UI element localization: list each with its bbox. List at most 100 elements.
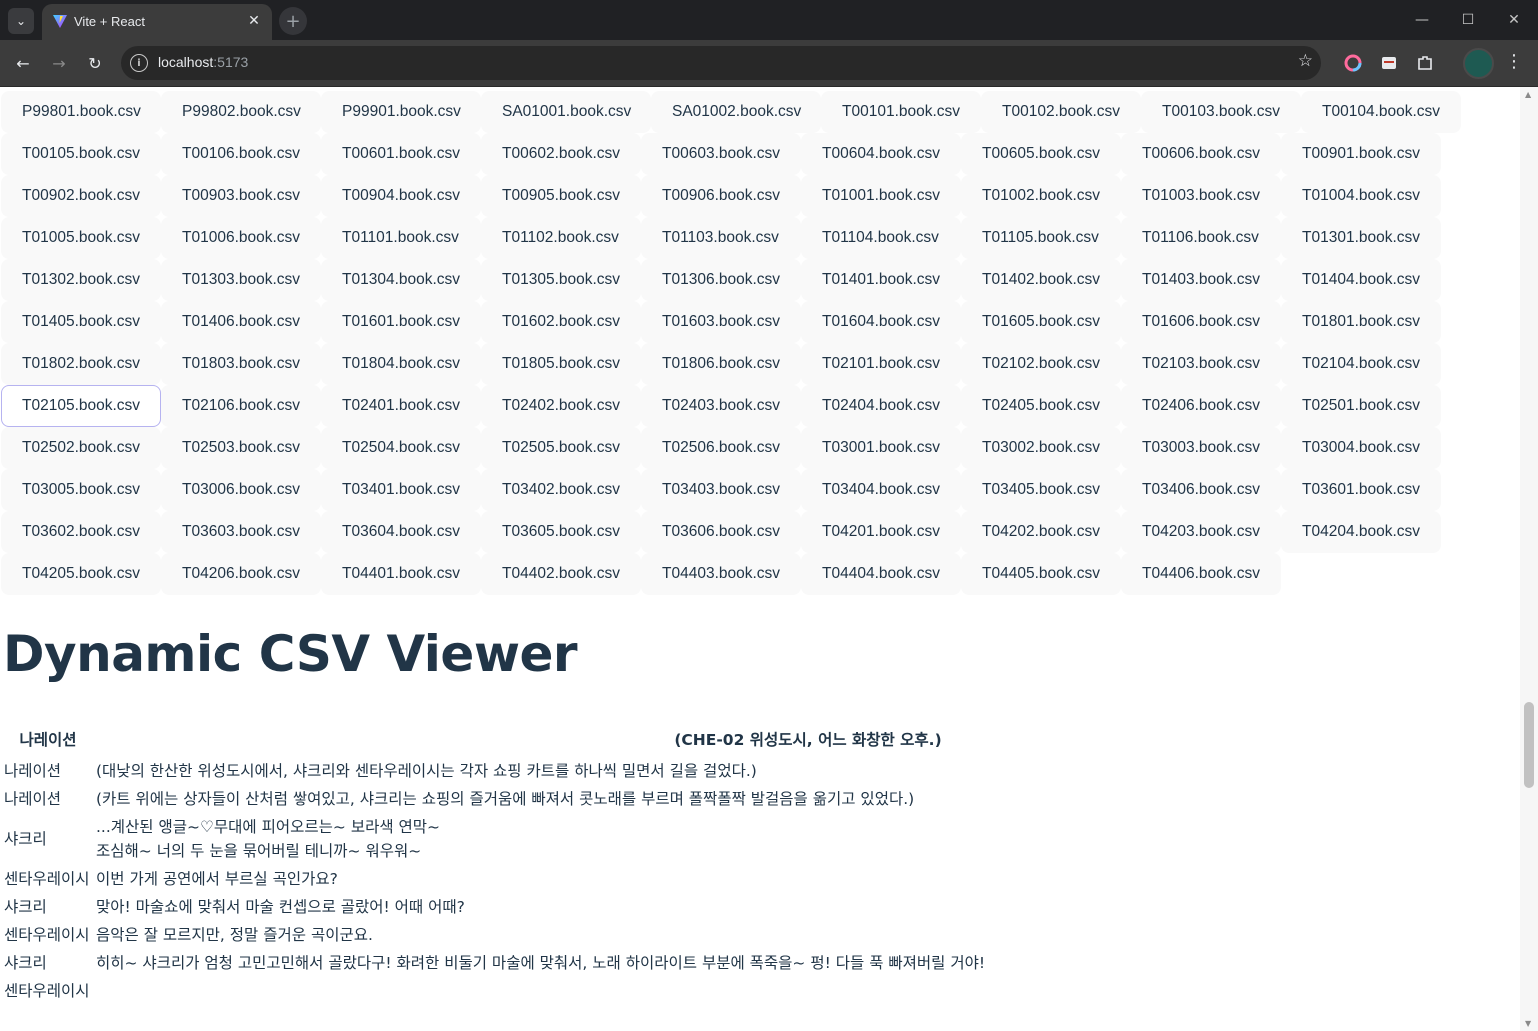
forward-button[interactable]: → — [45, 49, 73, 77]
file-button[interactable]: T04406.book.csv — [1121, 553, 1281, 595]
file-button[interactable]: T01605.book.csv — [961, 301, 1121, 343]
file-button[interactable]: T00103.book.csv — [1141, 91, 1301, 133]
file-button[interactable]: T03604.book.csv — [321, 511, 481, 553]
file-button[interactable]: T02102.book.csv — [961, 343, 1121, 385]
close-window-button[interactable]: ✕ — [1491, 0, 1537, 40]
file-button[interactable]: T03006.book.csv — [161, 469, 321, 511]
file-button[interactable]: T02505.book.csv — [481, 427, 641, 469]
maximize-button[interactable]: ☐ — [1445, 0, 1491, 40]
file-button[interactable]: T04202.book.csv — [961, 511, 1121, 553]
file-button[interactable]: T00106.book.csv — [161, 133, 321, 175]
file-button[interactable]: T00906.book.csv — [641, 175, 801, 217]
file-button[interactable]: T00905.book.csv — [481, 175, 641, 217]
file-button[interactable]: T02502.book.csv — [1, 427, 161, 469]
file-button[interactable]: T01803.book.csv — [161, 343, 321, 385]
file-button[interactable]: T01801.book.csv — [1281, 301, 1441, 343]
file-button[interactable]: T01303.book.csv — [161, 259, 321, 301]
file-button[interactable]: T02404.book.csv — [801, 385, 961, 427]
file-button[interactable]: T02103.book.csv — [1121, 343, 1281, 385]
file-button[interactable]: T01601.book.csv — [321, 301, 481, 343]
site-info-icon[interactable]: i — [130, 54, 148, 72]
file-button[interactable]: T00605.book.csv — [961, 133, 1121, 175]
file-button[interactable]: T00904.book.csv — [321, 175, 481, 217]
file-button[interactable]: T01806.book.csv — [641, 343, 801, 385]
file-button[interactable]: T01805.book.csv — [481, 343, 641, 385]
file-button[interactable]: T02503.book.csv — [161, 427, 321, 469]
tab-search-button[interactable]: ⌄ — [8, 8, 34, 34]
file-button[interactable]: T02405.book.csv — [961, 385, 1121, 427]
file-button[interactable]: T01604.book.csv — [801, 301, 961, 343]
file-button[interactable]: T00104.book.csv — [1301, 91, 1461, 133]
vertical-scrollbar[interactable]: ▲ ▼ — [1520, 87, 1538, 1031]
file-button[interactable]: T03404.book.csv — [801, 469, 961, 511]
file-button[interactable]: T00901.book.csv — [1281, 133, 1441, 175]
file-button[interactable]: T04404.book.csv — [801, 553, 961, 595]
file-button[interactable]: SA01002.book.csv — [651, 91, 821, 133]
file-button[interactable]: P99901.book.csv — [321, 91, 481, 133]
file-button[interactable]: T04201.book.csv — [801, 511, 961, 553]
file-button[interactable]: T00102.book.csv — [981, 91, 1141, 133]
back-button[interactable]: ← — [9, 49, 37, 77]
file-button[interactable]: T01003.book.csv — [1121, 175, 1281, 217]
file-button[interactable]: T01304.book.csv — [321, 259, 481, 301]
file-button[interactable]: T00601.book.csv — [321, 133, 481, 175]
file-button[interactable]: T03601.book.csv — [1281, 469, 1441, 511]
file-button[interactable]: T01104.book.csv — [801, 217, 961, 259]
file-button[interactable]: T01301.book.csv — [1281, 217, 1441, 259]
file-button[interactable]: T02101.book.csv — [801, 343, 961, 385]
file-button[interactable]: T03402.book.csv — [481, 469, 641, 511]
file-button[interactable]: T01306.book.csv — [641, 259, 801, 301]
file-button[interactable]: T02104.book.csv — [1281, 343, 1441, 385]
scrollbar-thumb[interactable] — [1524, 702, 1534, 788]
file-button[interactable]: T01402.book.csv — [961, 259, 1121, 301]
file-button[interactable]: T02403.book.csv — [641, 385, 801, 427]
file-button[interactable]: T04405.book.csv — [961, 553, 1121, 595]
file-button[interactable]: T01005.book.csv — [1, 217, 161, 259]
file-button[interactable]: T00903.book.csv — [161, 175, 321, 217]
bookmark-star-icon[interactable]: ☆ — [1298, 51, 1313, 71]
tab-close-icon[interactable]: ✕ — [244, 11, 264, 31]
address-bar[interactable]: i localhost:5173 ☆ — [121, 46, 1321, 80]
file-button[interactable]: T02106.book.csv — [161, 385, 321, 427]
file-button[interactable]: T04203.book.csv — [1121, 511, 1281, 553]
file-button[interactable]: T01102.book.csv — [481, 217, 641, 259]
file-button[interactable]: T03401.book.csv — [321, 469, 481, 511]
file-button[interactable]: T00101.book.csv — [821, 91, 981, 133]
file-button[interactable]: T02406.book.csv — [1121, 385, 1281, 427]
file-button[interactable]: T01603.book.csv — [641, 301, 801, 343]
file-button[interactable]: T03403.book.csv — [641, 469, 801, 511]
browser-tab[interactable]: Vite + React ✕ — [42, 4, 272, 40]
file-button[interactable]: T00902.book.csv — [1, 175, 161, 217]
new-tab-button[interactable]: + — [279, 7, 307, 35]
file-button[interactable]: T01101.book.csv — [321, 217, 481, 259]
file-button[interactable]: T04205.book.csv — [1, 553, 161, 595]
file-button[interactable]: T01404.book.csv — [1281, 259, 1441, 301]
file-button[interactable]: T02504.book.csv — [321, 427, 481, 469]
scroll-down-icon[interactable]: ▼ — [1525, 1019, 1531, 1028]
file-button[interactable]: T03603.book.csv — [161, 511, 321, 553]
file-button[interactable]: T01006.book.csv — [161, 217, 321, 259]
file-button[interactable]: T01106.book.csv — [1121, 217, 1281, 259]
file-button[interactable]: T01606.book.csv — [1121, 301, 1281, 343]
file-button[interactable]: P99802.book.csv — [161, 91, 321, 133]
more-menu-icon[interactable]: ⋮ — [1505, 51, 1523, 72]
file-button[interactable]: T01405.book.csv — [1, 301, 161, 343]
file-button[interactable]: T03602.book.csv — [1, 511, 161, 553]
file-button[interactable]: T01001.book.csv — [801, 175, 961, 217]
file-button[interactable]: T01406.book.csv — [161, 301, 321, 343]
file-button[interactable]: T00603.book.csv — [641, 133, 801, 175]
file-button[interactable]: T03001.book.csv — [801, 427, 961, 469]
file-button[interactable]: T03605.book.csv — [481, 511, 641, 553]
file-button[interactable]: T03003.book.csv — [1121, 427, 1281, 469]
file-button[interactable]: T01804.book.csv — [321, 343, 481, 385]
scroll-up-icon[interactable]: ▲ — [1525, 90, 1531, 99]
extension-icon[interactable] — [1377, 51, 1401, 75]
minimize-button[interactable]: — — [1399, 0, 1445, 40]
file-button[interactable]: T03406.book.csv — [1121, 469, 1281, 511]
puzzle-extensions-icon[interactable] — [1413, 51, 1437, 75]
file-button[interactable]: T03606.book.csv — [641, 511, 801, 553]
file-button[interactable]: T01403.book.csv — [1121, 259, 1281, 301]
file-button[interactable]: T00606.book.csv — [1121, 133, 1281, 175]
file-button[interactable]: T03405.book.csv — [961, 469, 1121, 511]
file-button[interactable]: T00105.book.csv — [1, 133, 161, 175]
